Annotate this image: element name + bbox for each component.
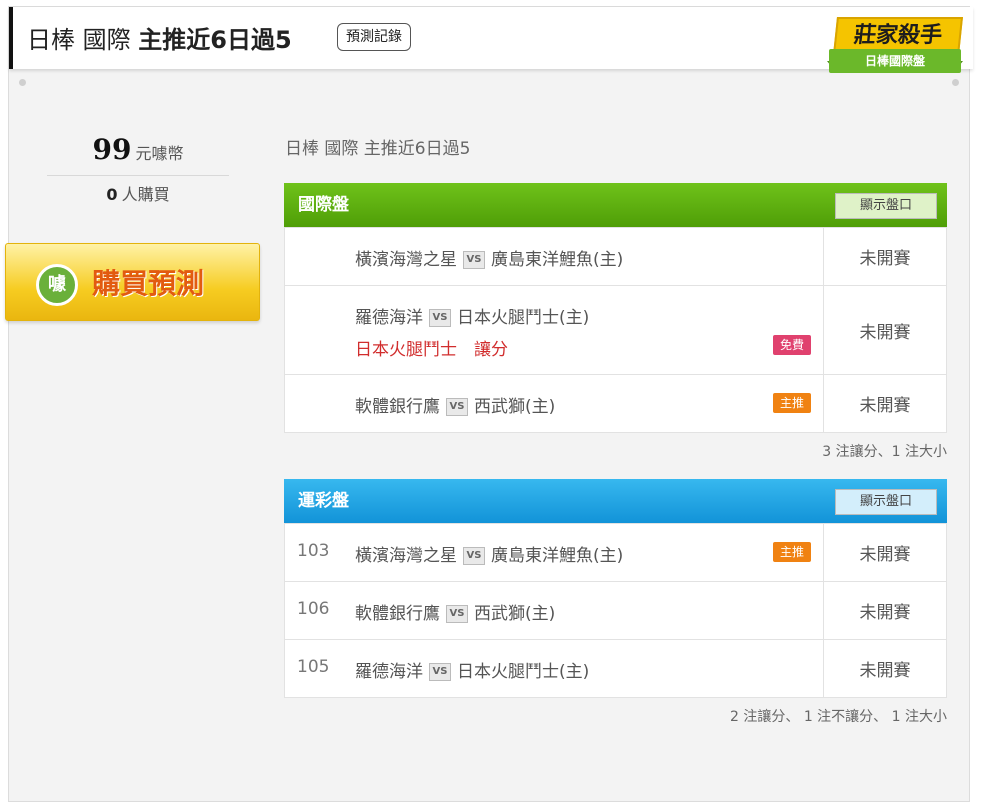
- vs-icon: VS: [429, 663, 451, 681]
- prediction-record-button[interactable]: 預測記錄: [337, 23, 411, 51]
- pin-icon: [952, 79, 959, 86]
- international-panel-header: 國際盤 顯示盤口: [284, 183, 947, 227]
- home-team: 日本火腿鬥士(主): [457, 662, 590, 682]
- price: 99 元噱幣: [47, 129, 229, 171]
- away-team: 橫濱海灣之星: [355, 546, 457, 566]
- breadcrumb: 日棒 國際 主推近6日過5: [285, 139, 471, 159]
- home-team: 廣島東洋鯉魚(主): [491, 546, 624, 566]
- page-title: 日棒 國際 主推近6日過5: [27, 20, 292, 55]
- away-team: 軟體銀行鷹: [355, 604, 440, 624]
- main-pick-tag: 主推: [773, 542, 811, 562]
- sports-lottery-games-table: 103 橫濱海灣之星 VS 廣島東洋鯉魚(主) 主推 未開賽 106 軟體銀行鷹 VS…: [284, 523, 947, 698]
- game-status: 未開賽: [823, 227, 947, 286]
- buyers-value: 0: [106, 185, 118, 204]
- sports-lottery-summary: 2 注讓分、 1 注不讓分、 1 注大小: [730, 709, 947, 725]
- page: 日棒 國際 主推近6日過5 預測記錄 莊家殺手 日棒國際盤 99 元噱幣 0 人購買…: [5, 6, 973, 802]
- buy-prediction-button[interactable]: 噱 購買預測: [5, 243, 260, 321]
- pin-icon: [19, 79, 26, 86]
- vs-icon: VS: [446, 398, 468, 416]
- table-row: 105 羅德海洋 VS 日本火腿鬥士(主) 未開賽: [284, 639, 947, 698]
- match-cell: 橫濱海灣之星 VS 廣島東洋鯉魚(主): [284, 227, 824, 286]
- game-status: 未開賽: [823, 581, 947, 640]
- matchup: 軟體銀行鷹 VS 西武獅(主): [355, 599, 555, 624]
- international-panel-title: 國際盤: [298, 195, 349, 215]
- away-team: 羅德海洋: [355, 662, 423, 682]
- main-pick-tag: 主推: [773, 393, 811, 413]
- table-row: 103 橫濱海灣之星 VS 廣島東洋鯉魚(主) 主推 未開賽: [284, 523, 947, 582]
- match-cell: 106 軟體銀行鷹 VS 西武獅(主): [284, 581, 824, 640]
- matchup: 羅德海洋 VS 日本火腿鬥士(主): [355, 303, 589, 328]
- coin-icon: 噱: [36, 264, 78, 306]
- show-odds-button[interactable]: 顯示盤口: [835, 193, 937, 219]
- international-summary: 3 注讓分、1 注大小: [822, 444, 947, 460]
- vs-icon: VS: [446, 605, 468, 623]
- game-status: 未開賽: [823, 639, 947, 698]
- buyers-count: 0 人購買: [47, 180, 229, 210]
- home-team: 日本火腿鬥士(主): [457, 308, 590, 328]
- home-team: 廣島東洋鯉魚(主): [491, 250, 624, 270]
- away-team: 羅德海洋: [355, 308, 423, 328]
- home-team: 西武獅(主): [474, 397, 556, 417]
- game-status: 未開賽: [823, 374, 947, 433]
- game-number: 105: [297, 657, 330, 677]
- vs-icon: VS: [429, 309, 451, 327]
- match-cell: 105 羅德海洋 VS 日本火腿鬥士(主): [284, 639, 824, 698]
- buy-prediction-label: 購買預測: [92, 267, 205, 300]
- page-title-main: 主推近6日過5: [138, 26, 292, 54]
- match-cell: 103 橫濱海灣之星 VS 廣島東洋鯉魚(主) 主推: [284, 523, 824, 582]
- sports-lottery-panel: 運彩盤 顯示盤口 103 橫濱海灣之星 VS 廣島東洋鯉魚(主) 主推 未開賽 10…: [284, 479, 947, 726]
- price-unit: 元噱幣: [135, 144, 184, 163]
- buyers-unit: 人購買: [121, 185, 170, 204]
- table-row: 106 軟體銀行鷹 VS 西武獅(主) 未開賽: [284, 581, 947, 640]
- international-panel: 國際盤 顯示盤口 橫濱海灣之星 VS 廣島東洋鯉魚(主) 未開賽 羅德海洋 VS 日本火…: [284, 183, 947, 461]
- table-row: 羅德海洋 VS 日本火腿鬥士(主) 日本火腿鬥士 讓分 免費 未開賽: [284, 285, 947, 375]
- international-games-table: 橫濱海灣之星 VS 廣島東洋鯉魚(主) 未開賽 羅德海洋 VS 日本火腿鬥士(主) 日本…: [284, 227, 947, 433]
- table-row: 軟體銀行鷹 VS 西武獅(主) 主推 未開賽: [284, 374, 947, 433]
- purchase-sidebar: 99 元噱幣 0 人購買: [47, 129, 229, 210]
- game-number: 106: [297, 599, 330, 619]
- matchup: 軟體銀行鷹 VS 西武獅(主): [355, 392, 555, 417]
- show-odds-button[interactable]: 顯示盤口: [835, 489, 937, 515]
- page-title-prefix: 日棒 國際: [27, 26, 131, 54]
- away-team: 橫濱海灣之星: [355, 250, 457, 270]
- game-number: 103: [297, 541, 330, 561]
- vs-icon: VS: [463, 251, 485, 269]
- prediction-pick: 日本火腿鬥士 讓分: [355, 340, 508, 360]
- divider: [47, 175, 229, 176]
- game-status: 未開賽: [823, 523, 947, 582]
- match-cell: 羅德海洋 VS 日本火腿鬥士(主) 日本火腿鬥士 讓分 免費: [284, 285, 824, 375]
- table-row: 橫濱海灣之星 VS 廣島東洋鯉魚(主) 未開賽: [284, 227, 947, 286]
- badge-subtitle: 日棒國際盤: [829, 49, 961, 73]
- matchup: 橫濱海灣之星 VS 廣島東洋鯉魚(主): [355, 541, 623, 566]
- matchup: 橫濱海灣之星 VS 廣島東洋鯉魚(主): [355, 245, 623, 270]
- game-status: 未開賽: [823, 285, 947, 375]
- dealer-killer-badge: 莊家殺手 日棒國際盤: [825, 11, 965, 87]
- header: 日棒 國際 主推近6日過5 預測記錄 莊家殺手 日棒國際盤: [9, 7, 973, 73]
- price-value: 99: [92, 133, 132, 166]
- matchup: 羅德海洋 VS 日本火腿鬥士(主): [355, 657, 589, 682]
- vs-icon: VS: [463, 547, 485, 565]
- away-team: 軟體銀行鷹: [355, 397, 440, 417]
- home-team: 西武獅(主): [474, 604, 556, 624]
- sports-lottery-panel-header: 運彩盤 顯示盤口: [284, 479, 947, 523]
- match-cell: 軟體銀行鷹 VS 西武獅(主) 主推: [284, 374, 824, 433]
- sports-lottery-panel-title: 運彩盤: [298, 491, 349, 511]
- free-tag: 免費: [773, 335, 811, 355]
